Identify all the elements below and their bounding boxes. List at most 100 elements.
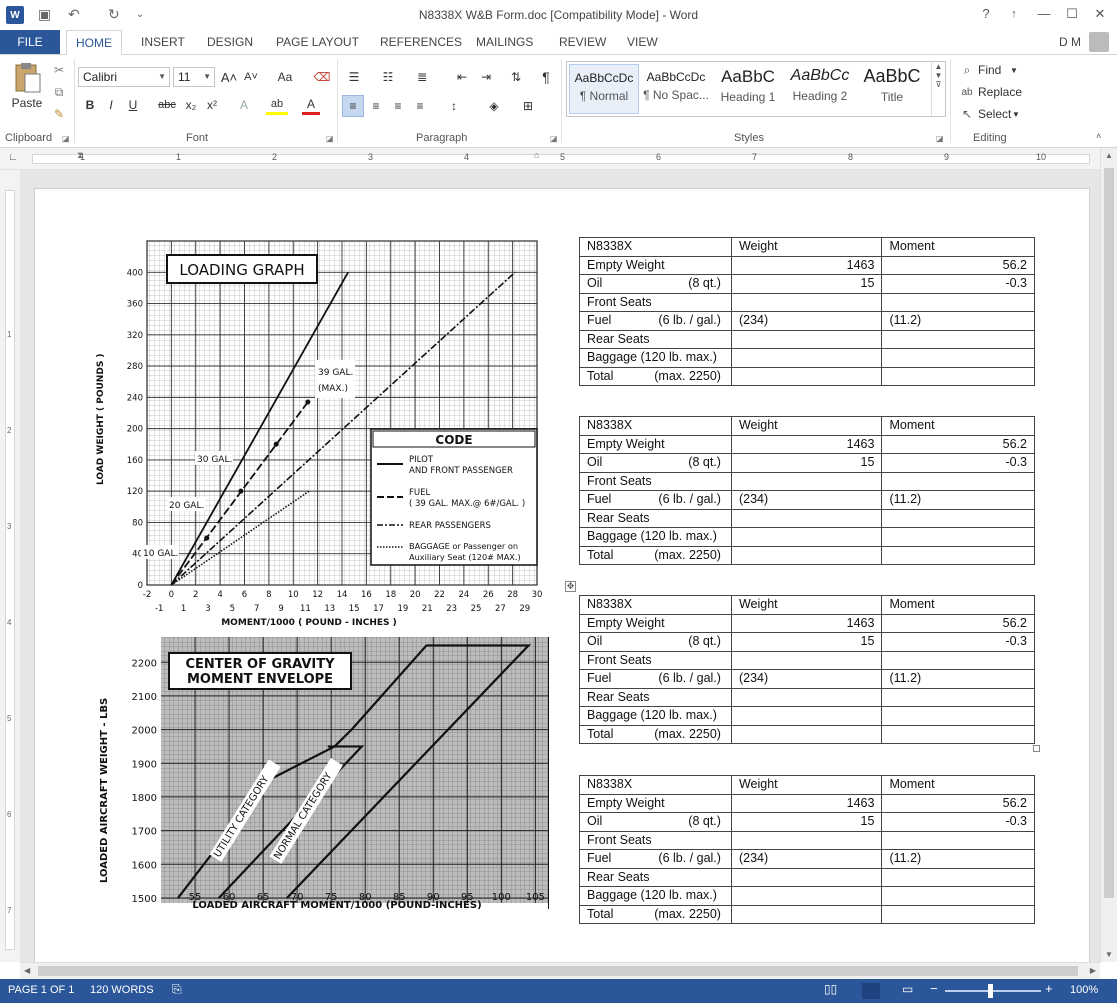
table-header-cell[interactable]: N8338X bbox=[579, 595, 732, 615]
item-cell[interactable]: Front Seats bbox=[579, 650, 732, 670]
tab-view[interactable]: VIEW bbox=[627, 30, 658, 54]
weight-cell[interactable] bbox=[730, 830, 883, 850]
weight-cell[interactable]: (234) bbox=[730, 849, 883, 869]
tab-mailings[interactable]: MAILINGS bbox=[476, 30, 533, 54]
sort-icon[interactable]: ⇅ bbox=[506, 67, 526, 87]
style-heading-2[interactable]: AaBbCc Heading 2 bbox=[785, 64, 855, 114]
tab-review[interactable]: REVIEW bbox=[559, 30, 606, 54]
align-center-icon[interactable]: ≡ bbox=[366, 95, 386, 117]
collapse-ribbon-icon[interactable]: ˄ bbox=[1096, 131, 1101, 141]
weight-cell[interactable]: 15 bbox=[730, 453, 883, 473]
show-formatting-button[interactable]: ¶ bbox=[538, 67, 554, 87]
weight-cell[interactable]: (234) bbox=[730, 311, 883, 331]
bold-button[interactable]: B bbox=[82, 95, 98, 115]
weight-cell[interactable] bbox=[730, 724, 883, 744]
redo-icon[interactable]: ↻ bbox=[108, 6, 120, 23]
table-header-cell[interactable]: N8338X bbox=[579, 237, 732, 257]
moment-cell[interactable] bbox=[881, 471, 1035, 491]
font-launcher-icon[interactable]: ◪ bbox=[326, 134, 334, 143]
table-header-cell[interactable]: Weight bbox=[730, 775, 883, 795]
weight-cell[interactable]: (234) bbox=[730, 490, 883, 510]
table-move-handle-icon[interactable]: ✥ bbox=[565, 581, 576, 592]
item-cell[interactable]: Total (max. 2250) bbox=[579, 904, 732, 924]
zoom-level[interactable]: 100% bbox=[1070, 984, 1098, 996]
tab-page-layout[interactable]: PAGE LAYOUT bbox=[276, 30, 359, 54]
chevron-down-icon[interactable]: ▼ bbox=[1010, 61, 1018, 79]
item-cell[interactable]: Oil (8 qt.) bbox=[579, 812, 732, 832]
bullets-icon[interactable]: ☰ bbox=[344, 67, 364, 87]
item-cell[interactable]: Fuel (6 lb. / gal.) bbox=[579, 311, 732, 331]
table-header-cell[interactable]: Moment bbox=[881, 775, 1035, 795]
save-icon[interactable]: ▣ bbox=[38, 6, 51, 23]
moment-cell[interactable] bbox=[881, 687, 1035, 707]
item-cell[interactable]: Total (max. 2250) bbox=[579, 366, 732, 386]
moment-cell[interactable] bbox=[881, 650, 1035, 670]
moment-cell[interactable]: 56.2 bbox=[881, 434, 1035, 454]
shrink-font-button[interactable]: A˅ bbox=[242, 67, 260, 87]
highlight-button[interactable]: ab bbox=[266, 95, 288, 115]
replace-button[interactable]: Replace bbox=[978, 83, 1022, 101]
styles-launcher-icon[interactable]: ◪ bbox=[936, 134, 944, 143]
user-name[interactable]: D M bbox=[1059, 30, 1081, 54]
zoom-out-icon[interactable]: − bbox=[930, 981, 938, 996]
moment-cell[interactable] bbox=[881, 366, 1035, 386]
moment-cell[interactable] bbox=[881, 292, 1035, 312]
item-cell[interactable]: Fuel (6 lb. / gal.) bbox=[579, 849, 732, 869]
weight-cell[interactable] bbox=[730, 292, 883, 312]
italic-button[interactable]: I bbox=[103, 95, 119, 115]
clear-formatting-icon[interactable]: ⌫ bbox=[312, 67, 332, 87]
undo-icon[interactable]: ↶ bbox=[68, 6, 80, 23]
align-right-icon[interactable]: ≡ bbox=[388, 95, 408, 117]
weight-cell[interactable] bbox=[730, 366, 883, 386]
close-button[interactable]: ✕ bbox=[1089, 4, 1111, 24]
moment-cell[interactable] bbox=[881, 527, 1035, 547]
item-cell[interactable]: Fuel (6 lb. / gal.) bbox=[579, 669, 732, 689]
item-cell[interactable]: Empty Weight bbox=[579, 434, 732, 454]
weight-cell[interactable] bbox=[730, 527, 883, 547]
paste-button[interactable]: Paste bbox=[8, 95, 46, 111]
scroll-thumb[interactable] bbox=[1104, 168, 1114, 898]
find-icon[interactable]: ⌕ bbox=[958, 61, 976, 79]
moment-cell[interactable] bbox=[881, 348, 1035, 368]
underline-button[interactable]: U bbox=[125, 95, 141, 115]
weight-cell[interactable] bbox=[730, 904, 883, 924]
font-size-combo[interactable]: 11 ▼ bbox=[173, 67, 215, 87]
align-left-icon[interactable]: ≡ bbox=[342, 95, 364, 117]
item-cell[interactable]: Baggage (120 lb. max.) bbox=[579, 706, 732, 726]
table-header-cell[interactable]: Moment bbox=[881, 237, 1035, 257]
style-normal[interactable]: AaBbCcDc ¶ Normal bbox=[569, 64, 639, 114]
weight-cell[interactable]: 1463 bbox=[730, 613, 883, 633]
weight-cell[interactable]: (234) bbox=[730, 669, 883, 689]
item-cell[interactable]: Oil (8 qt.) bbox=[579, 274, 732, 294]
item-cell[interactable]: Oil (8 qt.) bbox=[579, 453, 732, 473]
borders-icon[interactable]: ⊞ bbox=[516, 95, 540, 117]
weight-cell[interactable]: 1463 bbox=[730, 255, 883, 275]
moment-cell[interactable]: (11.2) bbox=[881, 490, 1035, 510]
help-button[interactable]: ? bbox=[975, 4, 997, 24]
zoom-slider-thumb[interactable] bbox=[988, 984, 993, 998]
item-cell[interactable]: Front Seats bbox=[579, 292, 732, 312]
moment-cell[interactable] bbox=[881, 867, 1035, 887]
item-cell[interactable]: Rear Seats bbox=[579, 867, 732, 887]
scroll-down-icon[interactable]: ▼ bbox=[1105, 950, 1113, 959]
weight-cell[interactable]: 15 bbox=[730, 632, 883, 652]
weight-cell[interactable]: 1463 bbox=[730, 434, 883, 454]
word-count[interactable]: 120 WORDS bbox=[90, 984, 154, 996]
item-cell[interactable]: Empty Weight bbox=[579, 793, 732, 813]
vertical-scrollbar[interactable]: ▲ ▼ bbox=[1100, 148, 1117, 962]
chevron-down-icon[interactable]: ▼ bbox=[1012, 105, 1020, 123]
weight-cell[interactable] bbox=[730, 348, 883, 368]
style-no-spacing[interactable]: AaBbCcDc ¶ No Spac... bbox=[641, 64, 711, 114]
item-cell[interactable]: Oil (8 qt.) bbox=[579, 632, 732, 652]
table-header-cell[interactable]: Moment bbox=[881, 416, 1035, 436]
table-header-cell[interactable]: Weight bbox=[730, 416, 883, 436]
moment-cell[interactable]: 56.2 bbox=[881, 613, 1035, 633]
table-resize-handle[interactable] bbox=[1033, 745, 1040, 752]
moment-cell[interactable] bbox=[881, 724, 1035, 744]
ribbon-display-options-button[interactable]: ↑ bbox=[1003, 4, 1025, 24]
weight-cell[interactable] bbox=[730, 867, 883, 887]
weight-cell[interactable] bbox=[730, 886, 883, 906]
moment-cell[interactable]: -0.3 bbox=[881, 632, 1035, 652]
moment-cell[interactable]: 56.2 bbox=[881, 793, 1035, 813]
justify-icon[interactable]: ≡ bbox=[410, 95, 430, 117]
